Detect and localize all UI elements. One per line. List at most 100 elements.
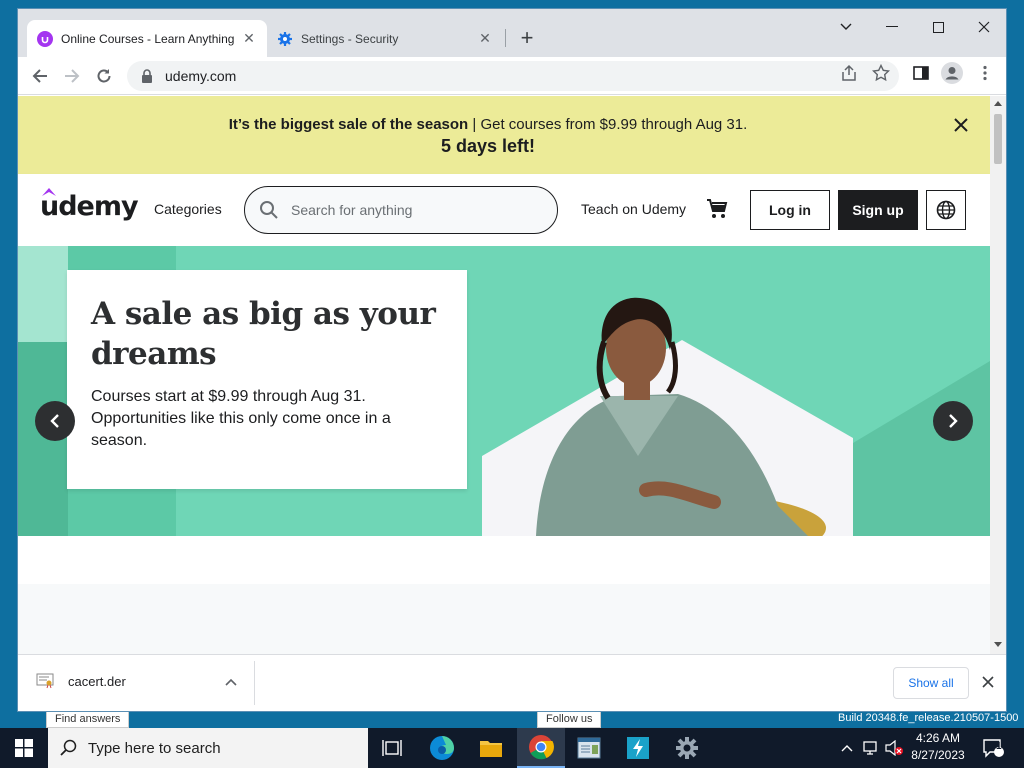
sign-up-button[interactable]: Sign up (838, 190, 918, 230)
certificate-file-icon (36, 673, 54, 689)
side-panel-icon[interactable] (912, 64, 930, 82)
banner-subtext: | Get courses from $9.99 through Aug 31. (468, 116, 748, 133)
back-arrow-icon[interactable] (28, 64, 52, 88)
settings-taskbar-button[interactable] (663, 728, 711, 768)
scroll-down-icon[interactable] (994, 642, 1002, 648)
language-button[interactable] (926, 190, 966, 230)
address-bar[interactable]: udemy.com (127, 61, 899, 91)
powershell-taskbar-button[interactable] (614, 728, 662, 768)
chrome-taskbar-button[interactable] (517, 728, 565, 768)
teach-on-udemy-link[interactable]: Teach on Udemy (581, 201, 686, 217)
banner-headline: It’s the biggest sale of the season (228, 116, 469, 133)
udemy-logo[interactable]: udemy (40, 188, 139, 222)
maximize-button[interactable] (920, 15, 956, 39)
download-filename: cacert.der (68, 673, 126, 689)
network-icon[interactable] (860, 728, 882, 768)
browser-toolbar: udemy.com (18, 57, 1006, 95)
chevron-up-icon[interactable] (224, 675, 238, 689)
tab-close-icon[interactable]: ✕ (241, 30, 257, 47)
carousel-next-button[interactable] (933, 401, 973, 441)
chevron-left-icon (50, 414, 59, 428)
taskbar: Type here to search 4:26 AM 8/27/2023 1 (0, 728, 1024, 768)
new-tab-button[interactable]: + (515, 25, 539, 50)
show-all-button[interactable]: Show all (893, 667, 969, 699)
bookmark-star-icon[interactable] (872, 64, 890, 82)
scrollbar-thumb[interactable] (994, 114, 1002, 164)
tab-strip: Online Courses - Learn Anything ✕ Settin… (18, 9, 1006, 57)
edge-taskbar-button[interactable] (418, 728, 466, 768)
tab-separator (505, 29, 506, 47)
banner-countdown: 5 days left! (440, 136, 536, 156)
tray-overflow-chevron-icon[interactable] (838, 728, 856, 768)
volume-muted-icon[interactable] (883, 728, 905, 768)
gear-icon (278, 31, 292, 46)
logo-hat-icon (42, 188, 56, 196)
globe-icon (936, 200, 956, 220)
desktop-peek-follow-us: Follow us (537, 710, 602, 728)
task-view-icon (382, 740, 402, 756)
gear-icon (676, 737, 698, 759)
search-icon (60, 739, 77, 756)
lightning-terminal-icon (627, 737, 649, 759)
search-icon[interactable] (259, 200, 279, 220)
downloads-divider (254, 661, 255, 705)
chevron-right-icon (949, 414, 958, 428)
hero-carousel: A sale as big as your dreams Courses sta… (18, 246, 990, 536)
hero-card: A sale as big as your dreams Courses sta… (67, 270, 467, 489)
hero-image (482, 297, 990, 536)
carousel-prev-button[interactable] (35, 401, 75, 441)
banner-text: It’s the biggest sale of the season | Ge… (18, 116, 958, 133)
chrome-icon (529, 735, 554, 760)
clock-time: 4:26 AM (915, 731, 961, 745)
browser-window: Online Courses - Learn Anything ✕ Settin… (17, 8, 1007, 712)
tab-title: Online Courses - Learn Anything (61, 31, 235, 46)
notification-center-button[interactable]: 1 (978, 728, 1008, 768)
build-watermark: Build 20348.fe_release.210507-1500 (838, 712, 1019, 724)
reload-icon[interactable] (92, 64, 116, 88)
below-fold-section (18, 584, 990, 654)
tab-search-chevron-icon[interactable] (828, 15, 864, 39)
taskbar-search-placeholder: Type here to search (88, 739, 221, 757)
profile-avatar-icon[interactable] (941, 62, 963, 84)
notification-count: 1 (996, 741, 1002, 752)
taskbar-clock[interactable]: 4:26 AM 8/27/2023 (906, 730, 970, 764)
tab-close-icon[interactable]: ✕ (477, 30, 493, 47)
shopping-cart-icon[interactable] (706, 198, 728, 220)
forward-arrow-icon[interactable] (60, 64, 84, 88)
udemy-favicon-icon (37, 30, 53, 47)
page-scrollbar[interactable] (990, 96, 1006, 654)
downloads-bar: cacert.der Show all (18, 654, 1006, 711)
kebab-menu-icon[interactable] (976, 64, 994, 82)
windows-logo-icon (15, 739, 33, 757)
banner-close-icon[interactable] (952, 116, 970, 134)
search-input[interactable] (291, 202, 531, 218)
download-item[interactable]: cacert.der (36, 673, 126, 689)
categories-link[interactable]: Categories (154, 201, 222, 217)
close-icon[interactable] (981, 675, 995, 689)
app-taskbar-button[interactable] (565, 728, 613, 768)
document-viewer-icon (577, 737, 601, 759)
taskbar-search-box[interactable]: Type here to search (48, 728, 368, 768)
search-bar[interactable] (244, 186, 558, 234)
clock-date: 8/27/2023 (911, 748, 965, 762)
site-header: udemy Categories Teach on Udemy Log in S… (18, 174, 990, 246)
scroll-up-icon[interactable] (994, 100, 1002, 106)
hero-title: A sale as big as your dreams (91, 296, 436, 372)
close-window-button[interactable] (966, 15, 1002, 39)
tab-settings[interactable]: Settings - Security ✕ (267, 20, 503, 57)
desktop-peek-find-answers: Find answers (46, 710, 130, 728)
folder-icon (480, 741, 502, 757)
file-explorer-taskbar-button[interactable] (467, 728, 515, 768)
tab-udemy[interactable]: Online Courses - Learn Anything ✕ (27, 20, 267, 57)
minimize-button[interactable] (874, 15, 910, 39)
lock-icon (142, 69, 152, 83)
share-icon[interactable] (840, 64, 858, 82)
hero-body: Courses start at $9.99 through Aug 31. O… (91, 388, 391, 449)
edge-browser-icon (430, 736, 454, 760)
hero-bg-shape (18, 246, 68, 342)
task-view-button[interactable] (368, 728, 416, 768)
url-text: udemy.com (165, 68, 237, 84)
start-button[interactable] (0, 728, 48, 768)
sale-banner: It’s the biggest sale of the season | Ge… (18, 96, 990, 174)
log-in-button[interactable]: Log in (750, 190, 830, 230)
